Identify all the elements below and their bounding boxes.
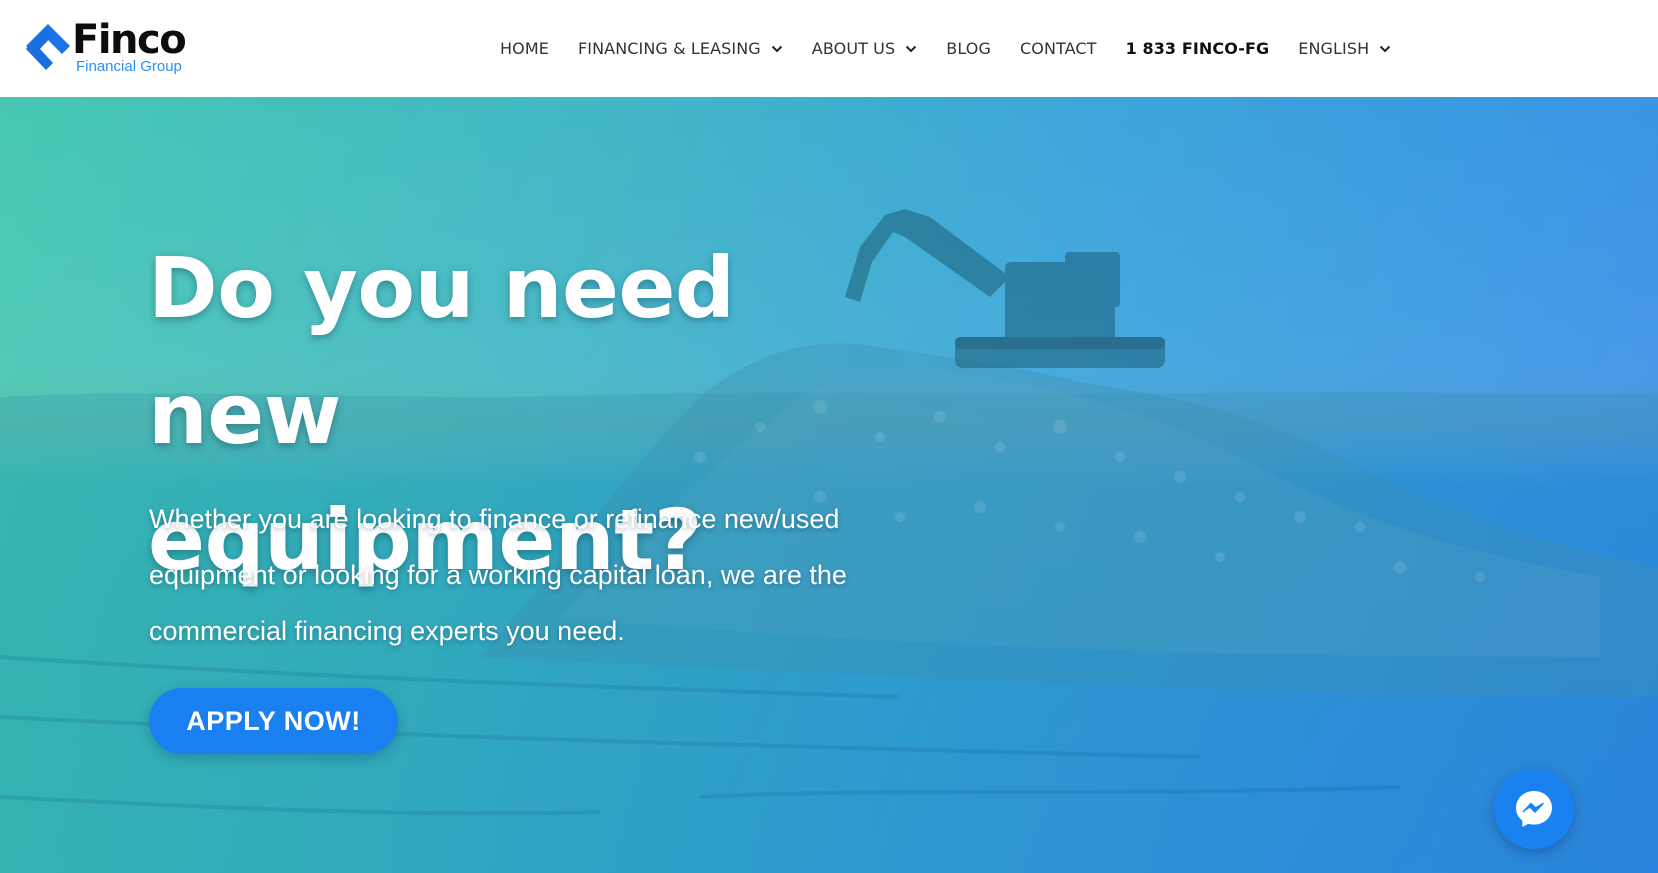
apply-now-button[interactable]: APPLY NOW! [149, 688, 398, 754]
finco-logo-mark-icon [26, 24, 70, 70]
nav-item-label: FINANCING & LEASING [577, 39, 761, 58]
nav-item-label: CONTACT [1019, 39, 1097, 58]
nav-item-blog[interactable]: BLOG [946, 39, 991, 58]
nav-item-home[interactable]: HOME [500, 39, 549, 58]
chevron-down-icon [771, 45, 782, 52]
nav-item-phone[interactable]: 1 833 FINCO-FG [1126, 39, 1270, 58]
nav-item-label: ABOUT US [811, 39, 896, 58]
nav-item-label: BLOG [946, 39, 991, 58]
chevron-down-icon [1380, 45, 1391, 52]
nav-item-about-us[interactable]: ABOUT US [812, 39, 917, 58]
nav-item-contact[interactable]: CONTACT [1020, 39, 1097, 58]
hero-subtitle: Whether you are looking to finance or re… [149, 504, 847, 646]
finco-logo[interactable]: Finco Financial Group [24, 17, 194, 78]
nav-item-financing-leasing[interactable]: FINANCING & LEASING [578, 39, 783, 58]
site-header: Finco Financial Group HOME FINANCING & L… [0, 0, 1658, 97]
nav-item-label: HOME [500, 39, 549, 58]
brand-name: Finco [72, 17, 187, 63]
main-nav: HOME FINANCING & LEASING ABOUT US BLOG C… [500, 0, 1420, 97]
nav-item-label: ENGLISH [1298, 39, 1370, 58]
nav-item-language[interactable]: ENGLISH [1298, 39, 1391, 58]
hero-section: Do you need new equipment? Whether you a… [0, 97, 1658, 873]
chevron-down-icon [906, 45, 917, 52]
nav-item-label: 1 833 FINCO-FG [1125, 39, 1270, 58]
messenger-chat-button[interactable] [1494, 769, 1574, 849]
brand-tagline: Financial Group [76, 58, 182, 75]
messenger-icon [1516, 791, 1552, 827]
